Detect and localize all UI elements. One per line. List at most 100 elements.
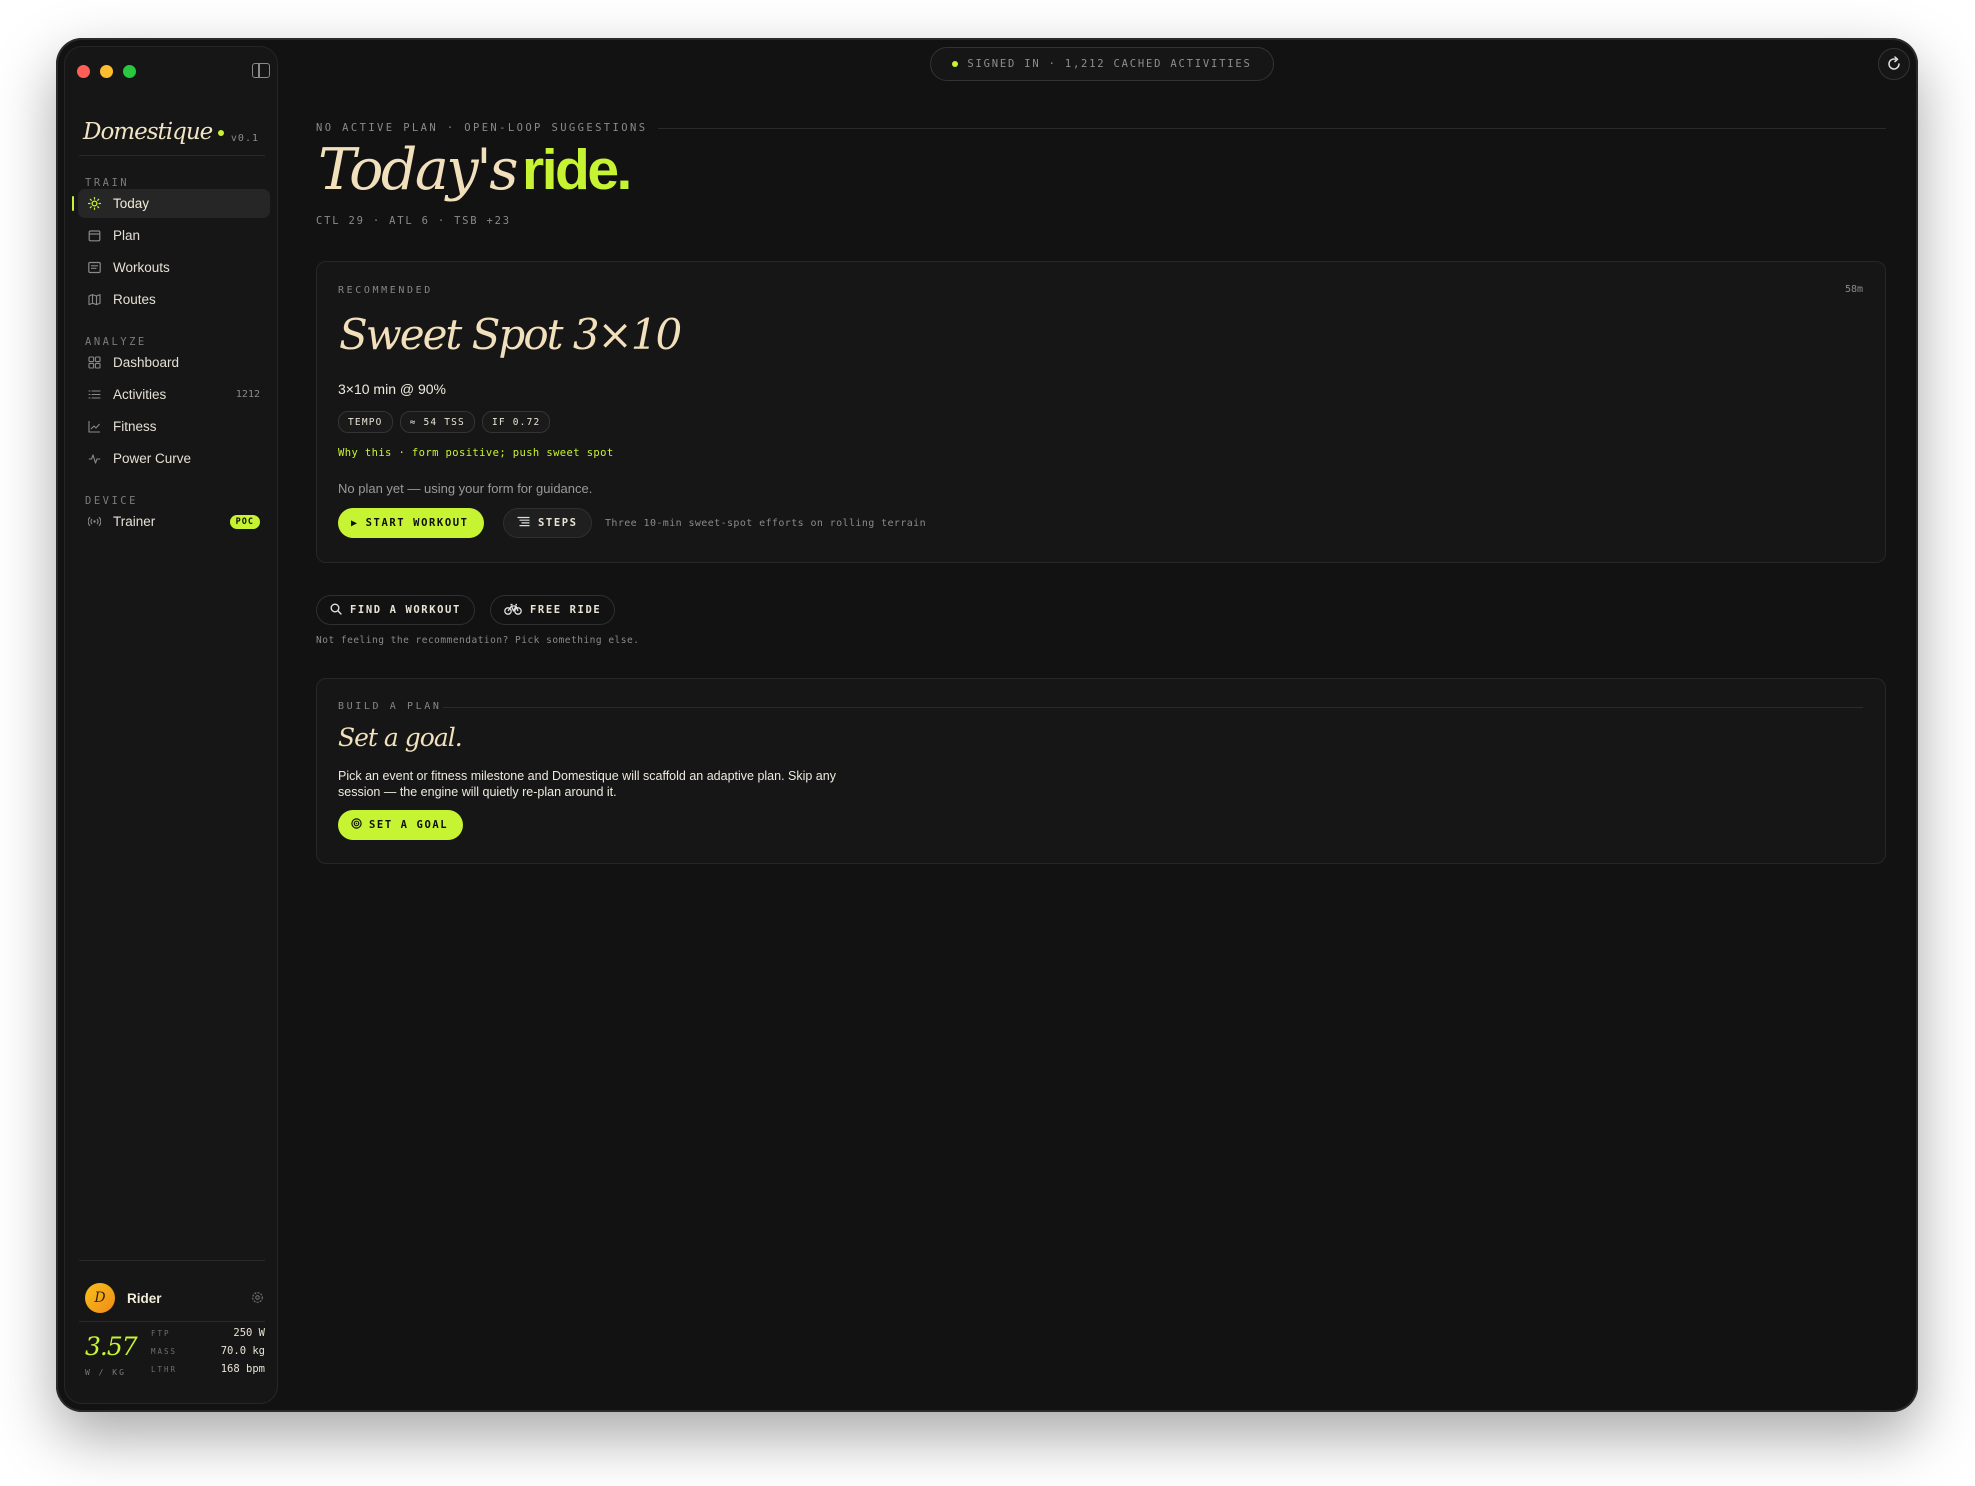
broadcast-icon — [88, 515, 101, 528]
refresh-button[interactable] — [1878, 48, 1910, 80]
app-window: Domestique v0.1 TRAIN Today Plan Workout… — [56, 38, 1918, 1412]
card-label: RECOMMENDED — [338, 285, 433, 296]
bicycle-icon — [504, 603, 522, 618]
stat-row-ftp: FTP 250 W — [151, 1324, 265, 1342]
sync-status-pill: SIGNED IN · 1,212 CACHED ACTIVITIES — [930, 47, 1274, 81]
tag-tss: ≈ 54 TSS — [399, 411, 475, 433]
gear-icon[interactable] — [251, 1291, 264, 1307]
tag-if: IF 0.72 — [481, 411, 551, 433]
sidebar-item-label: Fitness — [113, 419, 157, 434]
steps-button[interactable]: STEPS — [503, 508, 592, 538]
calendar-icon — [88, 229, 101, 242]
find-workout-button[interactable]: FIND A WORKOUT — [316, 595, 475, 625]
wkg-value: 3.57 — [85, 1332, 138, 1361]
button-label: FIND A WORKOUT — [350, 604, 461, 616]
list-icon — [88, 388, 101, 401]
sidebar-item-activities[interactable]: Activities 1212 — [78, 380, 270, 409]
active-indicator — [72, 196, 74, 211]
page-title-italic: Today's — [318, 137, 519, 203]
workout-description: 3×10 min @ 90% — [338, 381, 446, 397]
stat-key: LTHR — [151, 1364, 178, 1374]
section-label-device: DEVICE — [85, 495, 138, 507]
target-icon — [351, 818, 362, 832]
section-label-analyze: ANALYZE — [85, 336, 147, 348]
sidebar-item-routes[interactable]: Routes — [78, 285, 270, 314]
alternatives-note: Not feeling the recommendation? Pick som… — [316, 635, 640, 646]
sidebar-item-label: Power Curve — [113, 451, 192, 466]
pulse-icon — [88, 452, 101, 465]
refresh-icon — [1888, 56, 1900, 70]
stat-value: 250 W — [233, 1327, 265, 1339]
goal-title: Set a goal. — [338, 723, 463, 752]
build-plan-card: BUILD A PLAN Set a goal. Pick an event o… — [316, 678, 1886, 864]
recommended-workout-card: RECOMMENDED 58m Sweet Spot 3×10 3×10 min… — [316, 261, 1886, 563]
user-profile[interactable]: D Rider — [85, 1283, 162, 1313]
sidebar-item-trainer[interactable]: Trainer POC — [78, 507, 270, 536]
brand-name: Domestique — [83, 119, 213, 145]
page-title-accent: ride. — [522, 138, 632, 202]
section-label-train: TRAIN — [85, 177, 130, 189]
sidebar-item-label: Routes — [113, 292, 156, 307]
sidebar-item-label: Activities — [113, 387, 167, 402]
window-controls — [77, 65, 136, 78]
button-label: STEPS — [538, 517, 578, 529]
stat-value: 168 bpm — [220, 1363, 265, 1375]
guidance-note: No plan yet — using your form for guidan… — [338, 481, 593, 496]
search-icon — [330, 603, 342, 618]
stat-value: 70.0 kg — [220, 1345, 265, 1357]
button-label: SET A GOAL — [369, 819, 449, 831]
stat-row-lthr: LTHR 168 bpm — [151, 1360, 265, 1378]
sidebar-item-today[interactable]: Today — [72, 189, 270, 218]
grid-icon — [88, 356, 101, 369]
sidebar-item-dashboard[interactable]: Dashboard — [78, 348, 270, 377]
sidebar-item-fitness[interactable]: Fitness — [78, 412, 270, 441]
workout-duration: 58m — [1844, 284, 1863, 295]
recommendation-reason: Why this · form positive; push sweet spo… — [338, 447, 614, 459]
divider — [443, 707, 1863, 708]
start-workout-button[interactable]: ▶ START WORKOUT — [338, 508, 484, 538]
workout-title: Sweet Spot 3×10 — [339, 310, 682, 359]
plan-status-eyebrow: NO ACTIVE PLAN · OPEN-LOOP SUGGESTIONS — [316, 122, 648, 134]
divider — [658, 128, 1886, 129]
sidebar-item-label: Trainer — [113, 514, 156, 529]
rider-stats: FTP 250 W MASS 70.0 kg LTHR 168 bpm — [151, 1324, 265, 1378]
steps-list-icon — [517, 516, 530, 530]
free-ride-button[interactable]: FREE RIDE — [490, 595, 616, 625]
sidebar-toggle-icon[interactable] — [252, 63, 270, 78]
divider — [79, 1260, 265, 1261]
card-label: BUILD A PLAN — [338, 701, 442, 712]
button-label: FREE RIDE — [530, 604, 602, 616]
brand-logo: Domestique — [83, 119, 225, 145]
avatar: D — [85, 1283, 115, 1313]
poc-badge: POC — [229, 514, 260, 529]
trend-icon — [88, 420, 101, 433]
divider — [79, 1321, 265, 1322]
stat-key: FTP — [151, 1328, 171, 1338]
wkg-unit: W / KG — [85, 1368, 126, 1377]
user-name: Rider — [127, 1290, 162, 1306]
tag-zone: TEMPO — [338, 411, 393, 433]
status-dot — [952, 61, 959, 67]
set-goal-button[interactable]: SET A GOAL — [338, 810, 464, 840]
brand-dot — [218, 130, 225, 136]
list-card-icon — [88, 261, 101, 274]
button-label: START WORKOUT — [365, 517, 469, 529]
sidebar-item-workouts[interactable]: Workouts — [78, 253, 270, 282]
stat-row-mass: MASS 70.0 kg — [151, 1342, 265, 1360]
training-load-metrics: CTL 29 · ATL 6 · TSB +23 — [316, 215, 511, 227]
sidebar-item-power-curve[interactable]: Power Curve — [78, 444, 270, 473]
sidebar-item-label: Dashboard — [113, 355, 180, 370]
maximize-window-button[interactable] — [123, 65, 136, 78]
page-title: Today's ride. — [318, 142, 632, 199]
goal-description: Pick an event or fitness milestone and D… — [338, 769, 836, 799]
sun-icon — [88, 197, 101, 210]
sidebar: Domestique v0.1 TRAIN Today Plan Workout… — [64, 46, 278, 1404]
app-version: v0.1 — [230, 133, 259, 144]
sync-status-text: SIGNED IN · 1,212 CACHED ACTIVITIES — [967, 58, 1252, 70]
close-window-button[interactable] — [77, 65, 90, 78]
sidebar-item-label: Plan — [113, 228, 141, 243]
sidebar-item-label: Today — [113, 196, 150, 211]
minimize-window-button[interactable] — [100, 65, 113, 78]
play-icon: ▶ — [351, 517, 359, 529]
sidebar-item-plan[interactable]: Plan — [78, 221, 270, 250]
